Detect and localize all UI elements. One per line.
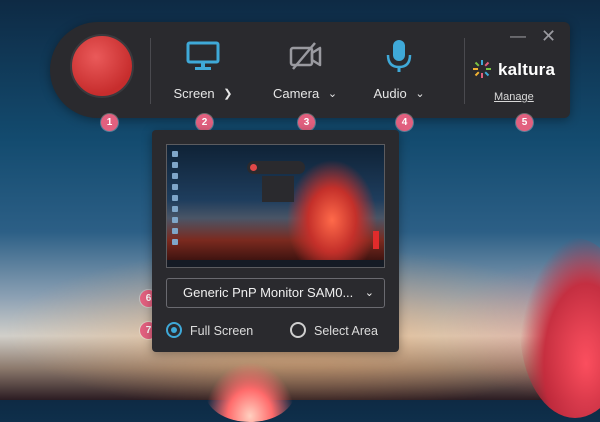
callout-badge: 3: [298, 114, 315, 131]
minimize-icon[interactable]: —: [510, 28, 526, 46]
screen-source-button[interactable]: Screen ❯: [163, 36, 243, 101]
full-screen-radio[interactable]: [166, 322, 182, 338]
lenovo-logo: [373, 231, 379, 249]
divider: [150, 38, 151, 104]
full-screen-label: Full Screen: [190, 324, 254, 338]
chevron-up-icon[interactable]: ❯: [223, 87, 232, 100]
monitor-icon: [186, 41, 220, 70]
preview-taskbar: [167, 260, 384, 267]
screen-label: Screen: [173, 86, 215, 101]
select-area-label: Select Area: [314, 324, 378, 338]
callout-badge: 1: [101, 114, 118, 131]
close-icon[interactable]: ✕: [541, 26, 556, 47]
divider: [464, 38, 465, 104]
screen-options-panel: Generic PnP Monitor SAM0... ⌄ Full Scree…: [152, 130, 399, 352]
camera-off-icon: [289, 42, 322, 70]
chevron-down-icon[interactable]: ⌄: [328, 87, 337, 100]
background-glow-left: [205, 362, 295, 422]
callout-badge: 2: [196, 114, 213, 131]
screen-preview-thumbnail: [166, 144, 385, 268]
brand-name: kaltura: [498, 60, 556, 79]
camera-label: Camera: [272, 86, 320, 101]
mini-panel: [262, 176, 294, 202]
microphone-icon: [386, 40, 412, 72]
chevron-down-icon[interactable]: ⌄: [415, 87, 424, 100]
callout-badge: 4: [396, 114, 413, 131]
select-area-option[interactable]: Select Area: [290, 322, 390, 340]
camera-source-button[interactable]: Camera ⌄: [265, 36, 345, 101]
desktop-icons: [172, 151, 178, 250]
manage-link[interactable]: Manage: [494, 91, 534, 103]
monitor-select-value: Generic PnP Monitor SAM0...: [183, 285, 354, 300]
monitor-select[interactable]: Generic PnP Monitor SAM0... ⌄: [166, 278, 385, 308]
record-button[interactable]: [70, 34, 134, 98]
mini-toolbar: [247, 161, 305, 174]
full-screen-option[interactable]: Full Screen: [166, 322, 276, 340]
select-area-radio[interactable]: [290, 322, 306, 338]
chevron-down-icon: ⌄: [364, 287, 374, 299]
recorder-toolbar: Screen ❯ Camera ⌄ Audio ⌄ — ✕ kaltura Ma…: [50, 22, 570, 118]
audio-source-button[interactable]: Audio ⌄: [359, 36, 439, 101]
audio-label: Audio: [373, 86, 407, 101]
background-glow-right: [520, 238, 600, 418]
kaltura-logo-icon: [473, 60, 491, 78]
callout-badge: 5: [516, 114, 533, 131]
